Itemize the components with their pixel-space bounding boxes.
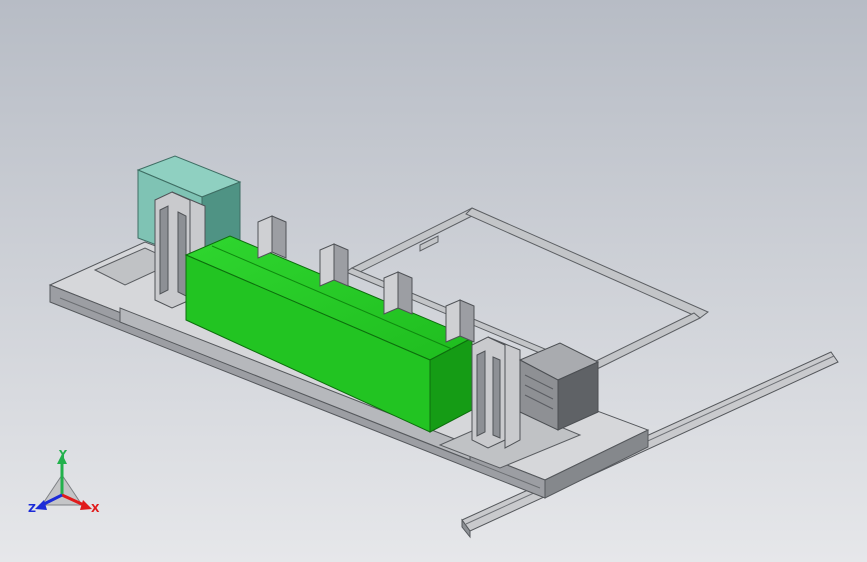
triad-y-label: Y [58,448,68,461]
motor-unit [518,342,600,431]
cad-viewport[interactable]: Y X Z [0,0,867,562]
right-lift-column [471,336,521,449]
assembly-model[interactable]: Y X Z [0,0,867,562]
view-triad: Y X Z [28,448,100,515]
triad-x-label: X [91,502,100,515]
triad-z-label: Z [28,502,36,515]
